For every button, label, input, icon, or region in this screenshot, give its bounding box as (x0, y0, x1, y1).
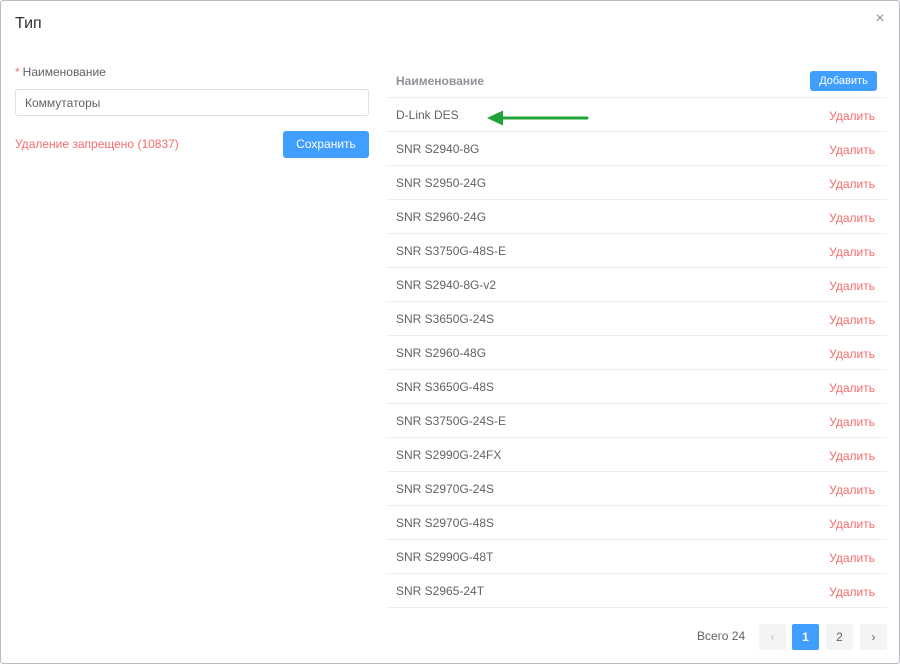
delete-link[interactable]: Удалить (829, 211, 875, 225)
dialog-title: Тип (15, 15, 42, 32)
table-row: SNR S2970G-24S Удалить (386, 472, 887, 506)
add-button[interactable]: Добавить (810, 71, 877, 91)
name-label-text: Наименование (22, 65, 106, 79)
row-name: SNR S2965-24T (396, 584, 485, 598)
row-name: SNR S2990G-24FX (396, 448, 502, 462)
delete-link[interactable]: Удалить (829, 347, 875, 361)
delete-link[interactable]: Удалить (829, 585, 875, 599)
table-row: SNR S2970G-48S Удалить (386, 506, 887, 540)
table-row: SNR S2950-24G Удалить (386, 166, 887, 200)
row-name: SNR S3650G-48S (396, 380, 495, 394)
row-name: SNR S2940-8G (396, 142, 480, 156)
delete-link[interactable]: Удалить (829, 381, 875, 395)
delete-link[interactable]: Удалить (829, 177, 875, 191)
delete-link[interactable]: Удалить (829, 109, 875, 123)
table-row: SNR S3650G-24S Удалить (386, 302, 887, 336)
delete-link[interactable]: Удалить (829, 143, 875, 157)
delete-link[interactable]: Удалить (829, 551, 875, 565)
row-name: SNR S2960-24G (396, 210, 487, 224)
table-row: SNR S2990G-48T Удалить (386, 540, 887, 574)
delete-link[interactable]: Удалить (829, 449, 875, 463)
table-row: SNR S2990G-24FX Удалить (386, 438, 887, 472)
delete-forbidden-message: Удаление запрещено (10837) (15, 137, 179, 151)
row-name: SNR S2990G-48T (396, 550, 494, 564)
table-row: SNR S2960-48G Удалить (386, 336, 887, 370)
column-header-name: Наименование (396, 74, 485, 88)
delete-link[interactable]: Удалить (829, 313, 875, 327)
type-dialog: Тип × *Наименование Удаление запрещено (… (0, 0, 900, 664)
table-row: SNR S3750G-24S-E Удалить (386, 404, 887, 438)
table-row: SNR S3650G-48S Удалить (386, 370, 887, 404)
next-page-icon[interactable]: › (860, 624, 887, 650)
table-row: SNR S2960-24G Удалить (386, 200, 887, 234)
close-icon[interactable]: × (872, 11, 888, 27)
name-field-label: * Наименование (15, 65, 106, 79)
name-input[interactable] (15, 89, 369, 116)
row-name: SNR S3750G-48S-E (396, 244, 507, 258)
arrow-annotation-icon (487, 110, 589, 126)
delete-link[interactable]: Удалить (829, 245, 875, 259)
page-2-button[interactable]: 2 (826, 624, 853, 650)
delete-link[interactable]: Удалить (829, 279, 875, 293)
row-name: D-Link DES (396, 108, 459, 122)
row-name: SNR S3650G-24S (396, 312, 495, 326)
row-name: SNR S2970G-48S (396, 516, 495, 530)
save-button[interactable]: Сохранить (283, 131, 369, 158)
required-mark: * (15, 65, 20, 79)
prev-page-icon[interactable]: ‹ (759, 624, 786, 650)
delete-link[interactable]: Удалить (829, 517, 875, 531)
row-name: SNR S2950-24G (396, 176, 487, 190)
table-row: SNR S2940-8G-v2 Удалить (386, 268, 887, 302)
delete-link[interactable]: Удалить (829, 483, 875, 497)
table-row: SNR S2965-24T Удалить (386, 574, 887, 608)
delete-link[interactable]: Удалить (829, 415, 875, 429)
row-name: SNR S3750G-24S-E (396, 414, 507, 428)
types-table: Наименование D-Link DES Удалить SNR S2940-… (386, 64, 887, 608)
table-row: SNR S2940-8G Удалить (386, 132, 887, 166)
row-name: SNR S2960-48G (396, 346, 487, 360)
pagination-total: Всего 24 (697, 629, 746, 643)
table-row: D-Link DES Удалить (386, 98, 887, 132)
table-body: D-Link DES Удалить SNR S2940-8G Удалить SNR … (386, 98, 887, 608)
page-1-button[interactable]: 1 (792, 624, 819, 650)
row-name: SNR S2970G-24S (396, 482, 495, 496)
table-row: SNR S3750G-48S-E Удалить (386, 234, 887, 268)
row-name: SNR S2940-8G-v2 (396, 278, 497, 292)
